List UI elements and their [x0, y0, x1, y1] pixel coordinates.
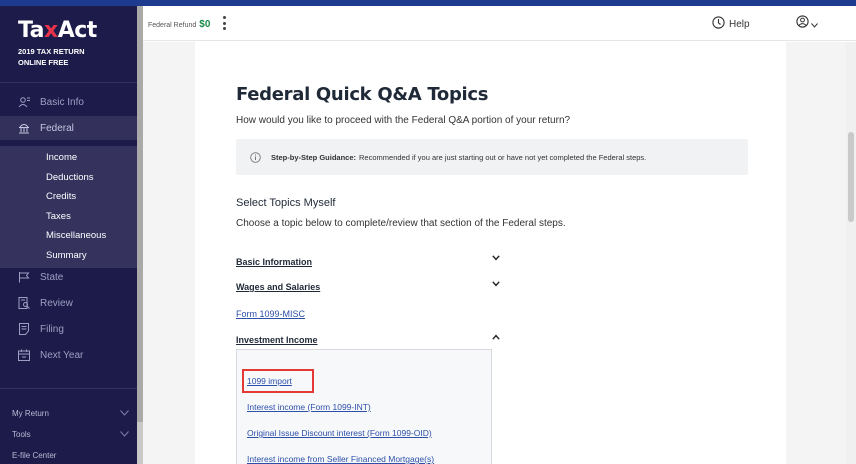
clock-icon — [712, 16, 725, 32]
filing-icon — [18, 323, 30, 335]
link-oid-interest-1099-oid[interactable]: Original Issue Discount interest (Form 1… — [247, 428, 432, 438]
user-avatar-icon — [796, 15, 809, 33]
sidebar-item-label: Federal — [40, 122, 74, 134]
product-line-2: ONLINE FREE — [18, 58, 69, 67]
section-subtitle: Choose a topic below to complete/review … — [236, 218, 566, 229]
person-icon — [18, 96, 30, 108]
link-interest-income-1099-int[interactable]: Interest income (Form 1099-INT) — [247, 402, 371, 412]
sidebar-divider — [0, 82, 137, 83]
sidebar-item-label: State — [40, 271, 64, 283]
page-title: Federal Quick Q&A Topics — [236, 84, 489, 105]
sidebar-item-label: Basic Info — [40, 96, 84, 108]
topic-wages-and-salaries[interactable]: Wages and Salaries — [236, 282, 320, 292]
chevron-down-icon — [811, 15, 818, 33]
sidebar-efile-center[interactable]: E-file Center — [12, 451, 129, 460]
page-subtitle: How would you like to proceed with the F… — [236, 115, 571, 126]
chevron-down-icon[interactable] — [492, 253, 500, 264]
sidebar-item-review[interactable]: Review — [0, 291, 137, 315]
step-by-step-guidance-option[interactable]: Step-by-Step Guidance: Recommended if yo… — [236, 139, 748, 175]
sidebar-item-label: Filing — [40, 323, 64, 335]
main-content: Federal Quick Q&A Topics How would you l… — [143, 42, 846, 464]
info-icon — [250, 151, 261, 163]
topic-basic-information[interactable]: Basic Information — [236, 257, 312, 267]
sidebar-item-label: Review — [40, 297, 73, 309]
link-seller-financed-mortgage[interactable]: Interest income from Seller Financed Mor… — [247, 454, 434, 464]
subnav-item-taxes[interactable]: Taxes — [46, 211, 71, 222]
subnav-item-miscellaneous[interactable]: Miscellaneous — [46, 230, 106, 241]
taxact-logo[interactable]: TaxAct — [18, 18, 97, 43]
sidebar-bottom-label: Tools — [12, 430, 31, 439]
chevron-down-icon — [120, 409, 129, 418]
sidebar-tools[interactable]: Tools — [12, 430, 129, 439]
section-title: Select Topics Myself — [236, 197, 336, 209]
sidebar-item-basic-info[interactable]: Basic Info — [0, 90, 137, 114]
capitol-icon — [18, 122, 30, 134]
sidebar-bottom-label: My Return — [12, 409, 49, 418]
refund-amount: $0 — [199, 19, 211, 30]
main-scrollbar-thumb[interactable] — [848, 132, 854, 222]
product-line-1: 2019 TAX RETURN — [18, 47, 85, 56]
chevron-up-icon[interactable] — [492, 332, 500, 343]
help-label: Help — [729, 18, 750, 30]
refund-label: Federal Refund — [148, 22, 197, 29]
guidance-text: Recommended if you are just starting out… — [359, 152, 647, 162]
chevron-down-icon — [120, 430, 129, 439]
subnav-item-deductions[interactable]: Deductions — [46, 172, 94, 183]
flag-icon — [18, 271, 30, 283]
subnav-item-income[interactable]: Income — [46, 152, 77, 163]
federal-refund: Federal Refund $0 — [148, 19, 210, 30]
sidebar-item-state[interactable]: State — [0, 265, 137, 289]
sidebar-item-label: Next Year — [40, 349, 84, 361]
federal-subnav: Income Deductions Credits Taxes Miscella… — [0, 146, 137, 268]
content-card: Federal Quick Q&A Topics How would you l… — [195, 42, 786, 464]
subnav-item-credits[interactable]: Credits — [46, 191, 76, 202]
topic-investment-income[interactable]: Investment Income — [236, 335, 318, 345]
link-1099-import[interactable]: 1099 import — [247, 376, 292, 386]
sidebar-divider — [0, 388, 137, 389]
sidebar-item-next-year[interactable]: Next Year — [0, 343, 137, 367]
sidebar-my-return[interactable]: My Return — [12, 409, 129, 418]
sidebar: TaxAct 2019 TAX RETURN ONLINE FREE Basic… — [0, 6, 137, 464]
account-menu[interactable] — [796, 15, 818, 33]
calendar-icon — [18, 349, 30, 361]
more-options-icon[interactable] — [222, 16, 226, 30]
guidance-bold: Step-by-Step Guidance: — [271, 152, 357, 162]
main-scrollbar[interactable] — [846, 42, 856, 464]
help-button[interactable]: Help — [712, 16, 750, 32]
sidebar-bottom-label: E-file Center — [12, 451, 57, 460]
review-icon — [18, 297, 30, 309]
sidebar-item-filing[interactable]: Filing — [0, 317, 137, 341]
chevron-down-icon[interactable] — [492, 279, 500, 290]
top-bar: Federal Refund $0 Help — [143, 6, 856, 41]
sidebar-item-federal[interactable]: Federal — [0, 116, 137, 140]
investment-income-panel: 1099 import Interest income (Form 1099-I… — [236, 349, 492, 464]
subnav-item-summary[interactable]: Summary — [46, 250, 87, 261]
link-form-1099-misc[interactable]: Form 1099-MISC — [236, 309, 305, 319]
